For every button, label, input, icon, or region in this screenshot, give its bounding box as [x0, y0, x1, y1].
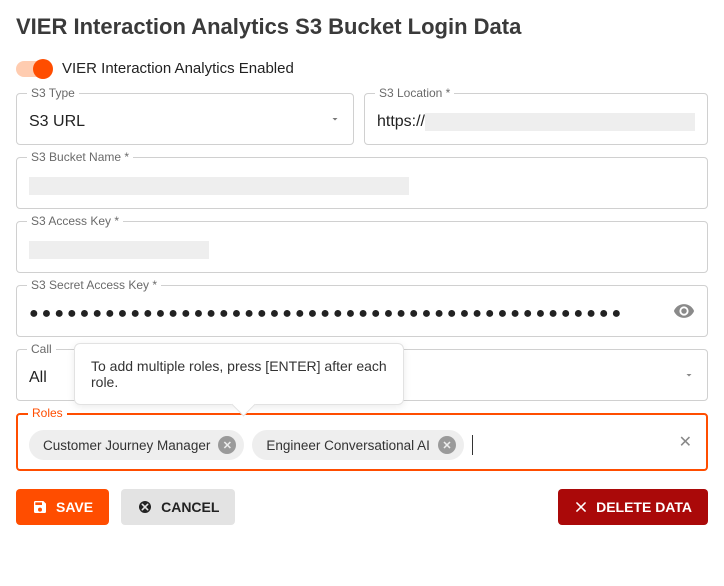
roles-field[interactable]: To add multiple roles, press [ENTER] aft…: [16, 413, 708, 471]
delete-data-button[interactable]: DELETE DATA: [558, 489, 708, 525]
roles-chips-container: Customer Journey Manager ✕ Engineer Conv…: [29, 430, 695, 460]
role-chip-label: Engineer Conversational AI: [266, 438, 430, 453]
s3-location-prefix: https://: [377, 113, 425, 131]
s3-access-key-field[interactable]: S3 Access Key *: [16, 221, 708, 273]
delete-data-button-label: DELETE DATA: [596, 499, 692, 515]
enabled-toggle-row: VIER Interaction Analytics Enabled: [16, 60, 708, 77]
enabled-toggle[interactable]: [16, 61, 50, 77]
enabled-toggle-label: VIER Interaction Analytics Enabled: [62, 60, 294, 77]
s3-secret-key-value-masked: ●●●●●●●●●●●●●●●●●●●●●●●●●●●●●●●●●●●●●●●●…: [29, 302, 695, 326]
visibility-toggle-icon[interactable]: [673, 300, 695, 322]
save-button-label: SAVE: [56, 499, 93, 515]
s3-bucket-name-value-redacted: [29, 177, 409, 195]
s3-bucket-name-label: S3 Bucket Name *: [27, 150, 133, 164]
chip-remove-icon[interactable]: ✕: [438, 436, 456, 454]
close-icon: [574, 500, 588, 514]
s3-type-label: S3 Type: [27, 86, 79, 100]
s3-location-value-redacted: [425, 113, 695, 131]
s3-type-select[interactable]: S3 Type S3 URL: [16, 93, 354, 145]
save-button[interactable]: SAVE: [16, 489, 109, 525]
clear-roles-icon[interactable]: ✕: [679, 432, 692, 452]
page-title: VIER Interaction Analytics S3 Bucket Log…: [16, 14, 708, 40]
s3-location-label: S3 Location *: [375, 86, 454, 100]
s3-type-value: S3 URL: [29, 110, 341, 134]
call-select-label: Call: [27, 342, 56, 356]
cancel-button[interactable]: CANCEL: [121, 489, 235, 525]
role-chip-label: Customer Journey Manager: [43, 438, 210, 453]
roles-input-caret[interactable]: [472, 435, 473, 455]
s3-secret-key-label: S3 Secret Access Key *: [27, 278, 161, 292]
role-chip[interactable]: Engineer Conversational AI ✕: [252, 430, 464, 460]
s3-secret-key-field[interactable]: S3 Secret Access Key * ●●●●●●●●●●●●●●●●●…: [16, 285, 708, 337]
s3-location-field[interactable]: S3 Location * https://: [364, 93, 708, 145]
cancel-button-label: CANCEL: [161, 499, 219, 515]
chevron-down-icon: [683, 369, 695, 381]
s3-access-key-label: S3 Access Key *: [27, 214, 123, 228]
chevron-down-icon: [329, 113, 341, 125]
button-row: SAVE CANCEL DELETE DATA: [16, 489, 708, 525]
chip-remove-icon[interactable]: ✕: [218, 436, 236, 454]
s3-bucket-name-field[interactable]: S3 Bucket Name *: [16, 157, 708, 209]
roles-tooltip: To add multiple roles, press [ENTER] aft…: [74, 343, 404, 405]
save-icon: [32, 499, 48, 515]
roles-label: Roles: [28, 406, 67, 420]
cancel-icon: [137, 499, 153, 515]
role-chip[interactable]: Customer Journey Manager ✕: [29, 430, 244, 460]
s3-access-key-value-redacted: [29, 241, 209, 259]
